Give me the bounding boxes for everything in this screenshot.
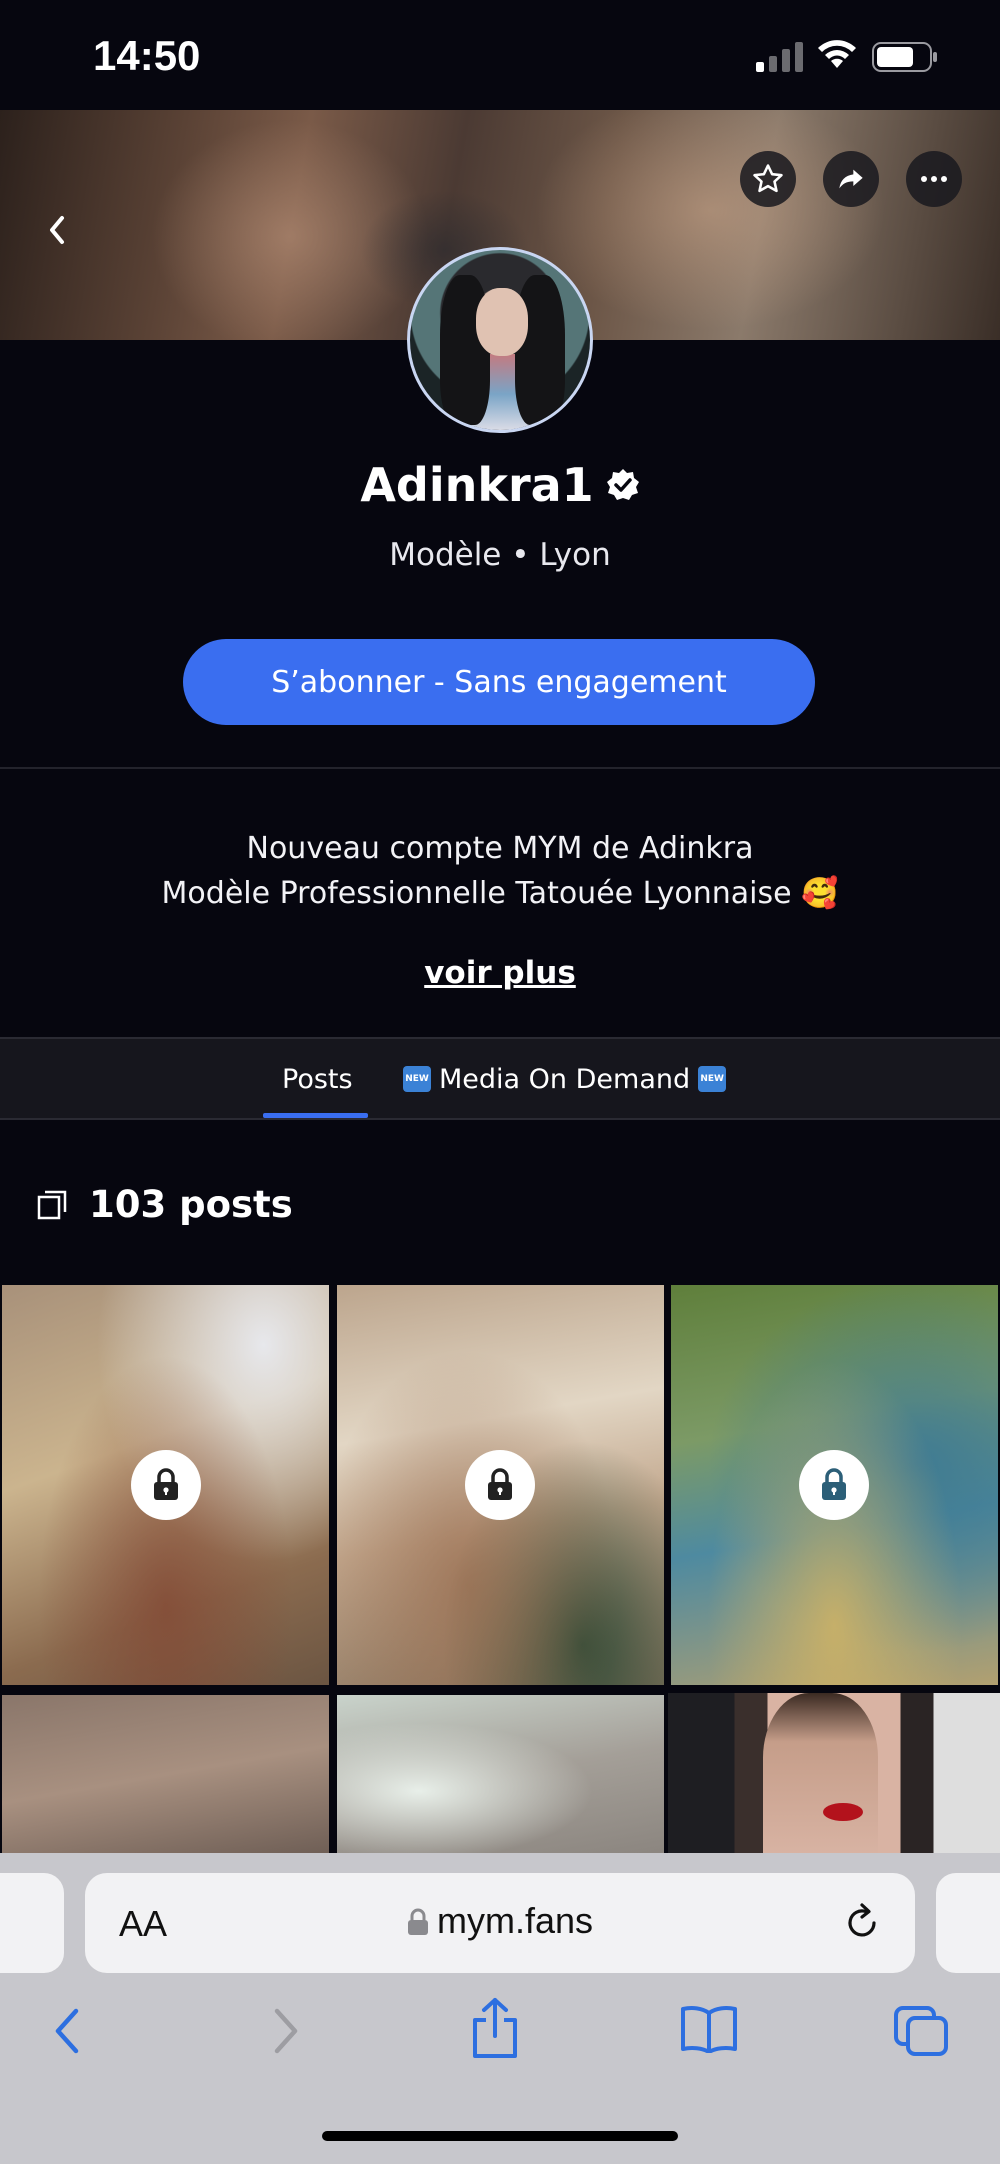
locked-post[interactable] [2,1285,329,1685]
locked-post[interactable] [2,1695,329,1853]
lock-badge [799,1450,869,1520]
tab-posts[interactable]: Posts [282,1059,353,1099]
browser-forward-icon[interactable] [265,2003,305,2059]
more-options-button[interactable] [906,151,962,207]
share-icon[interactable] [470,1996,520,2060]
lock-icon [488,1468,512,1500]
wifi-icon [818,40,856,68]
subscribe-button[interactable]: S’abonner - Sans engagement [183,639,815,725]
browser-back-icon[interactable] [48,2003,88,2059]
bookmarks-icon[interactable] [680,2005,738,2053]
browser-toolbar: AA mym.fans [0,1853,1000,2164]
divider [0,767,1000,769]
active-tab-indicator [263,1113,368,1118]
star-icon [753,164,783,193]
tab-media-label: Media On Demand [439,1063,691,1095]
tabs-icon[interactable] [893,2005,949,2057]
posts-grid [0,1283,1000,1853]
bio-line: Nouveau compte MYM de Adinkra [246,831,754,866]
share-arrow-icon [839,169,863,189]
avatar[interactable] [407,247,593,433]
lock-badge [465,1450,535,1520]
verified-badge-icon [606,469,639,500]
profile-name-row: Adinkra1 [0,458,1000,512]
locked-post[interactable] [671,1285,998,1685]
favorite-button[interactable] [740,151,796,207]
locked-post[interactable] [337,1285,664,1685]
more-dots-icon [921,176,947,182]
share-button[interactable] [823,151,879,207]
lock-icon [822,1468,846,1500]
lock-icon [154,1468,178,1500]
posts-stack-icon [37,1190,67,1219]
status-time: 14:50 [93,32,201,79]
see-more-link[interactable]: voir plus [0,955,1000,991]
posts-count: 103 posts [37,1183,293,1226]
new-badge-icon: NEW [698,1066,727,1092]
url-text: mym.fans [436,1900,594,1941]
reload-icon[interactable] [840,1901,884,1945]
home-indicator [322,2131,678,2141]
content-tabs: Posts NEW Media On Demand NEW [0,1037,1000,1120]
next-tab-preview[interactable] [936,1873,1000,1973]
previous-tab-preview[interactable] [0,1873,64,1973]
locked-post[interactable] [337,1695,664,1853]
posts-count-label: 103 posts [89,1183,293,1226]
profile-name: Adinkra1 [360,458,594,512]
bio-line: Modèle Professionnelle Tatouée Lyonnaise… [161,876,839,911]
post-thumbnail[interactable] [668,1693,1000,1853]
address-bar[interactable]: AA mym.fans [85,1873,915,1973]
profile-bio: Nouveau compte MYM de Adinkra Modèle Pro… [0,826,1000,916]
back-chevron-icon[interactable] [40,210,76,250]
battery-icon [872,42,937,72]
lock-badge [131,1450,201,1520]
status-bar: 14:50 [0,0,1000,110]
lock-icon [407,1908,428,1935]
profile-subtitle: Modèle • Lyon [389,537,611,573]
tab-media-on-demand[interactable]: NEW Media On Demand NEW [403,1059,727,1099]
new-badge-icon: NEW [403,1066,431,1092]
url-display[interactable]: mym.fans [85,1900,915,1942]
cellular-signal-icon [756,42,803,72]
